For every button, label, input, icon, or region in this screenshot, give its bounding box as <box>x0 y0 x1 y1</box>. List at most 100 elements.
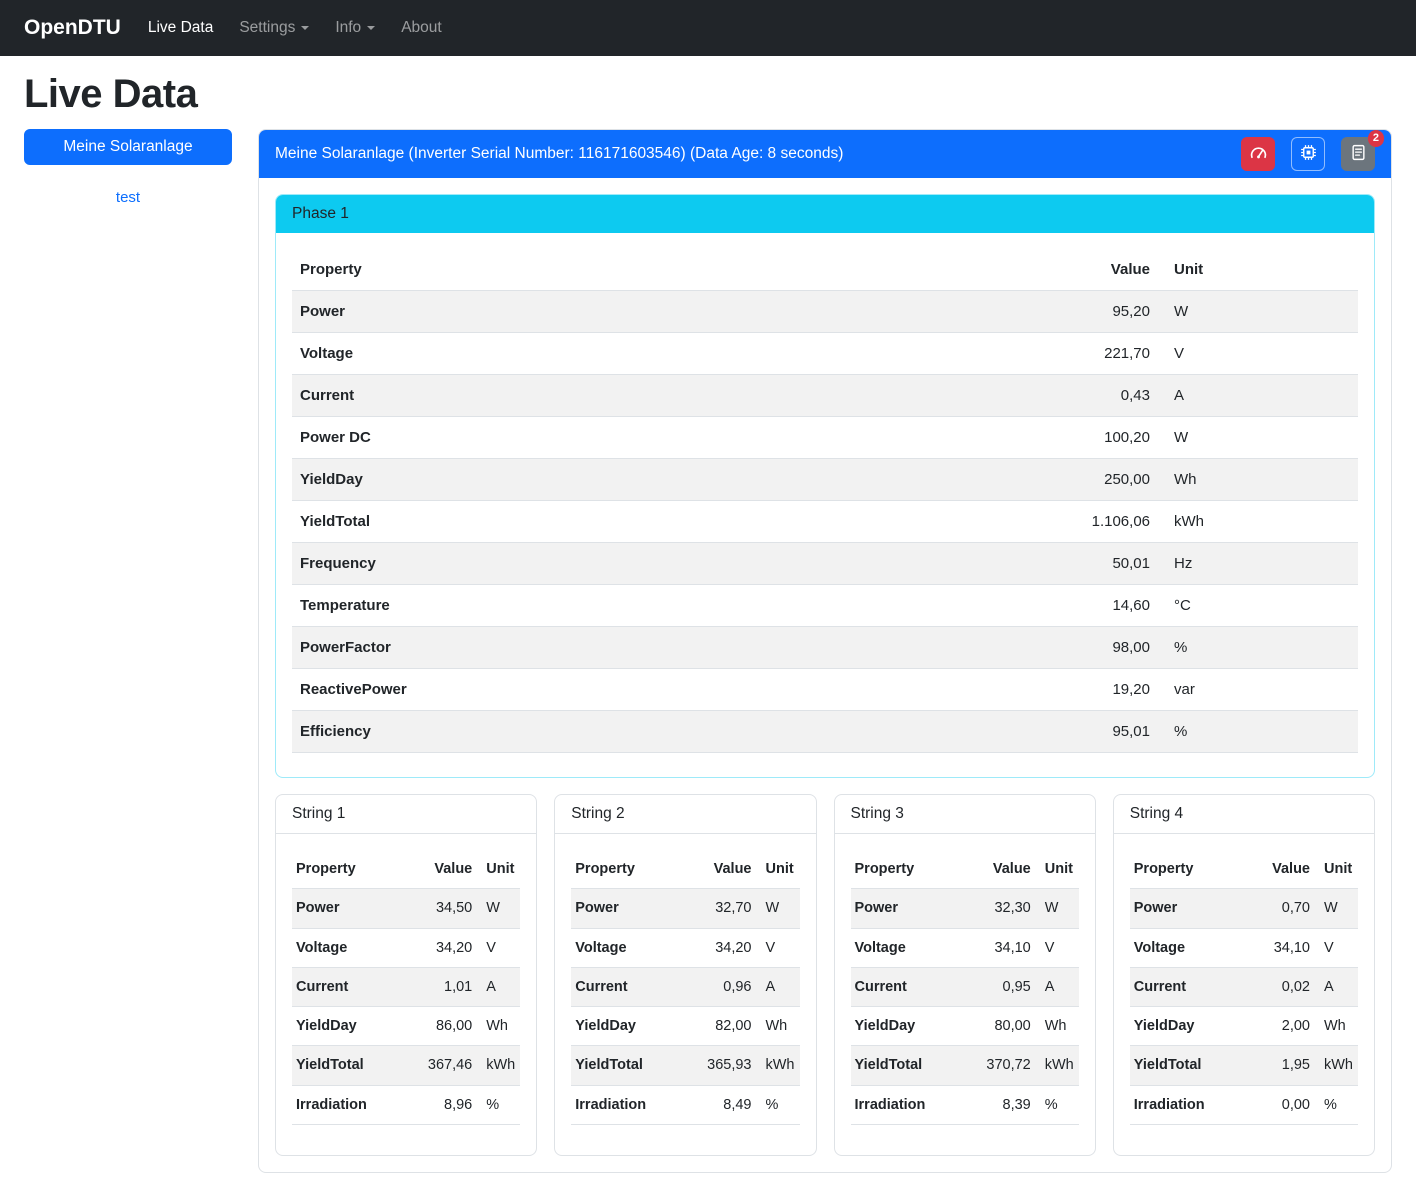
table-row: YieldDay 2,00 Wh <box>1130 1007 1358 1046</box>
table-row: Temperature 14,60 °C <box>292 585 1358 627</box>
value-cell: 80,00 <box>969 1007 1035 1045</box>
value-cell: 1.106,06 <box>1008 501 1158 542</box>
value-column-header: Value <box>969 850 1035 888</box>
inverter-select-button[interactable]: Meine Solaranlage <box>24 129 232 165</box>
property-cell: YieldDay <box>851 1007 969 1045</box>
table-row: Current 0,96 A <box>571 968 799 1007</box>
property-cell: Temperature <box>292 585 1008 626</box>
property-cell: Power <box>292 291 1008 332</box>
nav-item-info[interactable]: Info <box>322 11 388 45</box>
phase-card: Phase 1 Property Value Unit Power <box>275 194 1375 778</box>
unit-cell: W <box>1158 291 1358 332</box>
table-row: Irradiation 8,49 % <box>571 1086 799 1125</box>
unit-cell: W <box>756 889 800 927</box>
unit-cell: % <box>756 1086 800 1124</box>
unit-cell: W <box>1035 889 1079 927</box>
value-cell: 34,10 <box>969 929 1035 967</box>
value-cell: 8,96 <box>410 1086 476 1124</box>
table-header-row: Property Value Unit <box>571 850 799 889</box>
unit-cell: kWh <box>1158 501 1358 542</box>
table-row: Voltage 34,10 V <box>1130 929 1358 968</box>
unit-column-header: Unit <box>1035 850 1079 888</box>
unit-cell: V <box>756 929 800 967</box>
property-cell: Irradiation <box>1130 1086 1248 1124</box>
inverter-panel-title: Meine Solaranlage (Inverter Serial Numbe… <box>275 145 1225 163</box>
value-cell: 370,72 <box>969 1046 1035 1084</box>
chevron-down-icon <box>301 26 309 30</box>
table-row: Current 0,95 A <box>851 968 1079 1007</box>
value-cell: 0,96 <box>690 968 756 1006</box>
property-cell: Power <box>292 889 410 927</box>
value-cell: 0,70 <box>1248 889 1314 927</box>
value-cell: 1,95 <box>1248 1046 1314 1084</box>
string-card: String 4 Property Value Unit <box>1113 794 1375 1156</box>
property-cell: Power DC <box>292 417 1008 458</box>
table-row: Power 0,70 W <box>1130 889 1358 928</box>
chevron-down-icon <box>367 26 375 30</box>
value-cell: 14,60 <box>1008 585 1158 626</box>
value-cell: 367,46 <box>410 1046 476 1084</box>
event-count-badge: 2 <box>1368 130 1384 147</box>
nav-item-settings[interactable]: Settings <box>226 11 322 45</box>
property-cell: YieldTotal <box>292 1046 410 1084</box>
top-navbar: OpenDTU Live Data Settings Info About <box>0 0 1416 56</box>
table-header-row: Property Value Unit <box>851 850 1079 889</box>
property-column-header: Property <box>292 249 1008 290</box>
table-row: ReactivePower 19,20 var <box>292 669 1358 711</box>
inverter-sidebar: Meine Solaranlage test <box>24 129 232 206</box>
value-cell: 100,20 <box>1008 417 1158 458</box>
nav-item-about[interactable]: About <box>388 11 455 45</box>
inverter-panel: Meine Solaranlage (Inverter Serial Numbe… <box>258 129 1392 1173</box>
unit-cell: A <box>1158 375 1358 416</box>
inverter-panel-header: Meine Solaranlage (Inverter Serial Numbe… <box>259 130 1391 178</box>
string-card: String 1 Property Value Unit <box>275 794 537 1156</box>
string-table: Property Value Unit Power 34,50 W <box>292 850 520 1125</box>
cpu-icon <box>1299 143 1318 165</box>
value-cell: 98,00 <box>1008 627 1158 668</box>
value-cell: 250,00 <box>1008 459 1158 500</box>
unit-cell: % <box>1158 627 1358 668</box>
value-cell: 34,10 <box>1248 929 1314 967</box>
unit-cell: Wh <box>1314 1007 1358 1045</box>
gauge-icon <box>1249 143 1268 165</box>
value-cell: 0,00 <box>1248 1086 1314 1124</box>
unit-column-header: Unit <box>1314 850 1358 888</box>
property-cell: Irradiation <box>851 1086 969 1124</box>
unit-cell: Wh <box>1035 1007 1079 1045</box>
string-table: Property Value Unit Power 32,70 W <box>571 850 799 1125</box>
property-column-header: Property <box>1130 850 1248 888</box>
unit-cell: Wh <box>476 1007 520 1045</box>
value-cell: 34,20 <box>410 929 476 967</box>
table-row: Power 32,70 W <box>571 889 799 928</box>
inverter-panel-body: Phase 1 Property Value Unit Power <box>259 178 1391 1172</box>
device-info-button[interactable] <box>1291 137 1325 171</box>
unit-cell: W <box>476 889 520 927</box>
limit-settings-button[interactable] <box>1241 137 1275 171</box>
inverter-link-test[interactable]: test <box>24 189 232 206</box>
table-row: Efficiency 95,01 % <box>292 711 1358 753</box>
unit-cell: V <box>1314 929 1358 967</box>
value-cell: 8,49 <box>690 1086 756 1124</box>
unit-cell: kWh <box>756 1046 800 1084</box>
property-cell: Voltage <box>292 929 410 967</box>
app-brand[interactable]: OpenDTU <box>24 16 121 40</box>
page-title: Live Data <box>24 72 1392 117</box>
value-cell: 32,70 <box>690 889 756 927</box>
unit-cell: A <box>476 968 520 1006</box>
unit-cell: Hz <box>1158 543 1358 584</box>
property-cell: Irradiation <box>292 1086 410 1124</box>
journal-icon <box>1349 143 1368 165</box>
unit-column-header: Unit <box>1158 249 1358 290</box>
value-cell: 365,93 <box>690 1046 756 1084</box>
string-table: Property Value Unit Power 0,70 W <box>1130 850 1358 1125</box>
property-cell: PowerFactor <box>292 627 1008 668</box>
value-cell: 0,43 <box>1008 375 1158 416</box>
string-cards: String 1 Property Value Unit <box>275 794 1375 1156</box>
table-row: Irradiation 8,96 % <box>292 1086 520 1125</box>
nav-item-live-data[interactable]: Live Data <box>135 11 226 45</box>
unit-column-header: Unit <box>476 850 520 888</box>
unit-cell: °C <box>1158 585 1358 626</box>
value-cell: 95,01 <box>1008 711 1158 752</box>
event-log-button[interactable]: 2 <box>1341 137 1375 171</box>
unit-cell: A <box>1035 968 1079 1006</box>
